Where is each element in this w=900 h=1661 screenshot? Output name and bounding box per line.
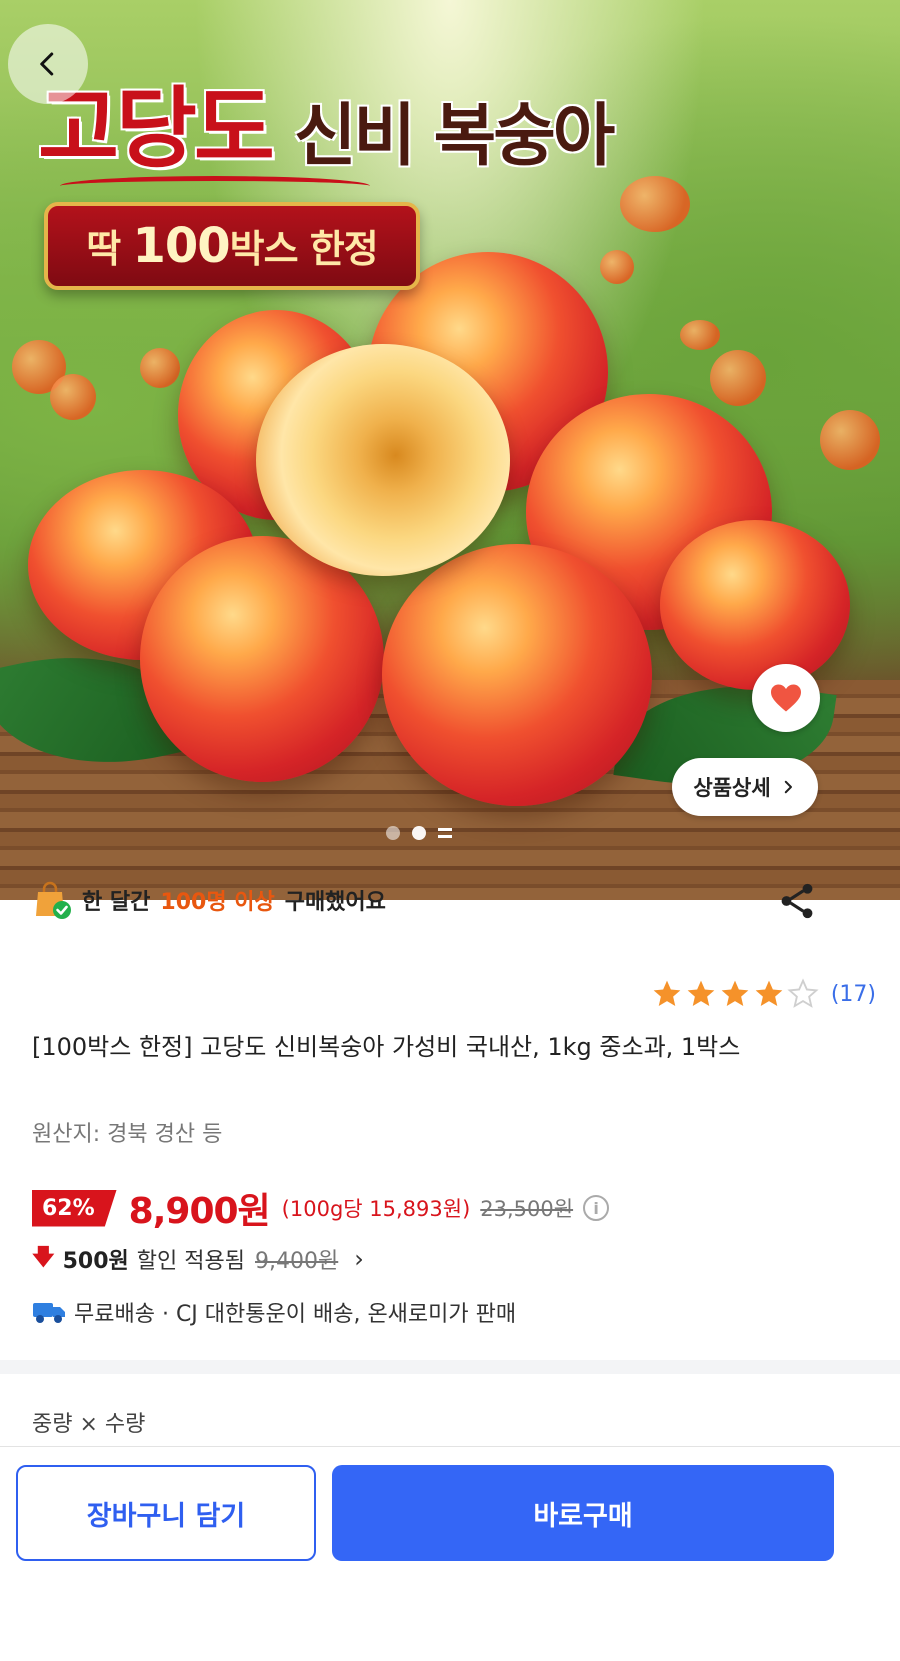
purchase-count-highlight: 100명 이상: [160, 890, 275, 915]
orchard-peach: [620, 176, 690, 232]
heart-icon: [771, 684, 801, 712]
peach-half: [256, 344, 510, 576]
promo-swoosh: [60, 176, 370, 196]
product-detail-button[interactable]: 상품상세: [672, 758, 818, 816]
unit-price: (100g당 15,893원): [281, 1197, 471, 1221]
share-button[interactable]: [776, 880, 818, 922]
product-origin: 원산지: 경북 경산 등: [32, 1122, 223, 1147]
star-empty-icon: [787, 978, 819, 1008]
promo-title: 고당도 신비 복숭아: [38, 58, 615, 185]
orchard-peach: [820, 410, 880, 470]
purchase-count-banner: 한 달간 100명 이상 구매했어요: [32, 876, 386, 924]
star-filled-icon: [687, 980, 715, 1006]
limited-badge: 딱 100박스 한정: [44, 202, 420, 290]
review-count[interactable]: (17): [831, 982, 876, 1007]
orchard-peach: [50, 374, 96, 420]
limited-badge-prefix: 딱: [86, 227, 121, 271]
delivery-text: 무료배송 · CJ 대한통운이 배송, 온새로미가 판매: [74, 1302, 517, 1327]
orchard-peach: [600, 250, 634, 284]
wishlist-button[interactable]: [752, 664, 820, 732]
peach: [140, 536, 384, 782]
purchase-count-suffix: 구매했어요: [284, 890, 386, 915]
coupon-discount-row[interactable]: 🡇 500원 할인 적용됨 9,400원 ›: [32, 1240, 364, 1278]
delivery-info: 무료배송 · CJ 대한통운이 배송, 온새로미가 판매: [32, 1296, 516, 1328]
star-filled-icon: [755, 980, 783, 1006]
info-icon[interactable]: i: [583, 1195, 610, 1221]
product-title: [100박스 한정] 고당도 신비복숭아 가성비 국내산, 1kg 중소과, 1…: [32, 1033, 741, 1061]
option-label[interactable]: 중량 × 수량: [32, 1406, 145, 1438]
orchard-peach: [680, 320, 720, 350]
product-image-carousel[interactable]: 고당도 신비 복숭아 딱 100박스 한정 상품상세: [0, 0, 900, 900]
share-icon: [781, 883, 813, 919]
purchase-count-prefix: 한 달간: [82, 890, 151, 915]
carousel-dot-active[interactable]: [412, 826, 426, 840]
coupon-text: 할인 적용됨: [136, 1249, 245, 1274]
product-rating[interactable]: (17): [651, 978, 876, 1010]
back-button[interactable]: [8, 24, 88, 104]
carousel-dot[interactable]: [386, 826, 400, 840]
pre-coupon-price: 9,400원: [255, 1249, 339, 1274]
promo-title-sub: 신비 복숭아: [293, 97, 615, 176]
product-detail-label: 상품상세: [693, 776, 771, 800]
orchard-peach: [710, 350, 766, 406]
bottom-action-bar: 장바구니 담기 바로구매: [0, 1446, 900, 1661]
carousel-more-indicator[interactable]: [438, 828, 452, 838]
truck-icon: [33, 1303, 65, 1323]
discount-rate-badge: 62%: [32, 1189, 117, 1227]
peach: [660, 520, 850, 690]
star-filled-icon: [721, 980, 749, 1006]
carousel-indicator: [386, 826, 452, 840]
peach: [382, 544, 652, 806]
arrow-down-icon: 🡇: [32, 1245, 55, 1270]
orchard-peach: [140, 348, 180, 388]
limited-badge-suffix: 박스 한정: [229, 227, 379, 271]
product-detail-page: 고당도 신비 복숭아 딱 100박스 한정 상품상세 한 달간 100명 이상 …: [0, 0, 900, 1661]
chevron-right-icon: [784, 780, 792, 794]
buy-now-button[interactable]: 바로구매: [332, 1465, 834, 1561]
section-divider: [0, 1360, 900, 1374]
chevron-right-icon: ›: [354, 1245, 364, 1273]
star-filled-icon: [653, 980, 681, 1006]
add-to-cart-button[interactable]: 장바구니 담기: [16, 1465, 316, 1561]
price-row: 62% 8,900원 (100g당 15,893원) 23,500원 i: [32, 1182, 610, 1234]
limited-badge-number: 100: [132, 218, 230, 274]
shopping-bag-check-icon: [36, 881, 71, 919]
coupon-amount: 500원: [62, 1249, 129, 1274]
original-price: 23,500원: [480, 1197, 574, 1221]
sale-price: 8,900원: [128, 1191, 271, 1232]
chevron-left-icon: [40, 52, 54, 76]
